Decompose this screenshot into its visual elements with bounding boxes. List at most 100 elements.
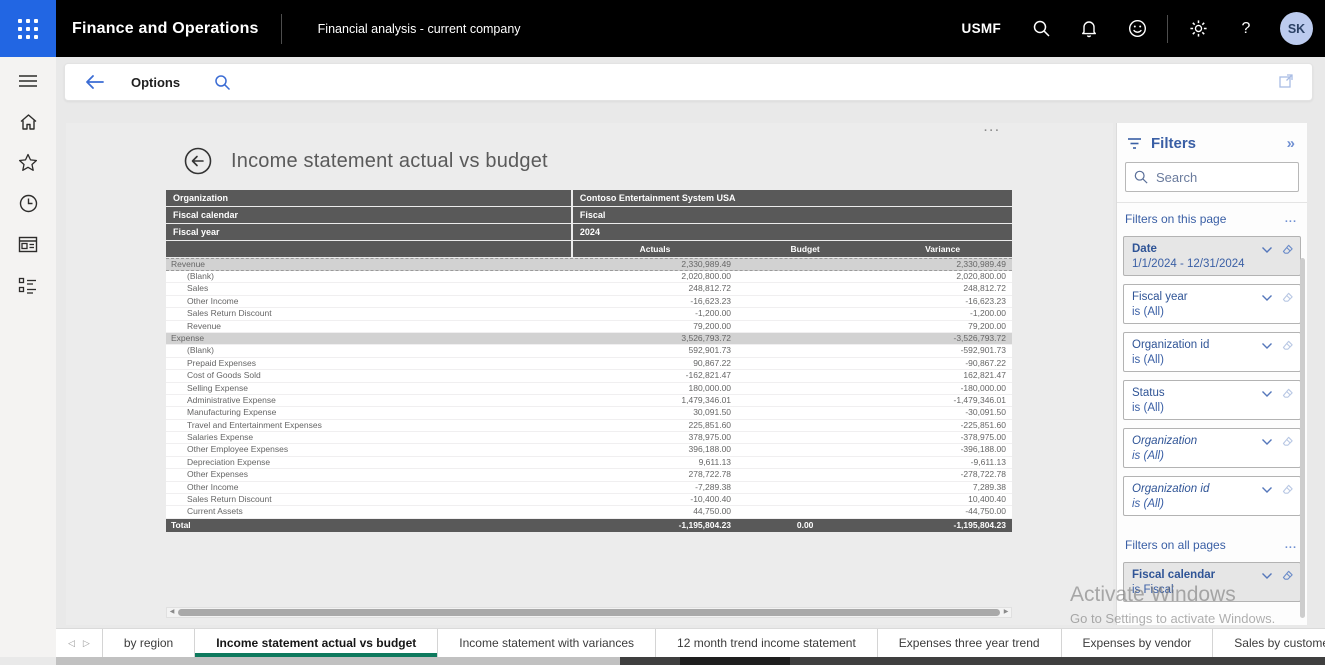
home-icon[interactable] <box>0 101 56 142</box>
matrix-row[interactable]: Revenue79,200.0079,200.00 <box>166 321 1012 333</box>
notifications-bell-icon[interactable] <box>1065 19 1113 38</box>
scroll-right-arrow-icon[interactable]: ▶ <box>1001 608 1011 617</box>
filter-card-date[interactable]: Date1/1/2024 - 12/31/2024 <box>1123 236 1301 276</box>
matrix-row[interactable]: Sales248,812.72248,812.72 <box>166 283 1012 295</box>
report-page-tab-12-month-trend-income-statement[interactable]: 12 month trend income statement <box>656 629 878 657</box>
tab-scroll-left-icon[interactable]: ◁ <box>68 638 75 649</box>
filter-search-input[interactable] <box>1156 170 1276 185</box>
favorites-star-icon[interactable] <box>0 142 56 183</box>
eraser-icon[interactable] <box>1281 387 1294 400</box>
budget-value <box>737 308 873 319</box>
matrix-row[interactable]: Other Expenses278,722.78-278,722.78 <box>166 469 1012 481</box>
row-label: Sales Return Discount <box>166 494 573 505</box>
matrix-row[interactable]: Salaries Expense378,975.00-378,975.00 <box>166 432 1012 444</box>
topbar-divider <box>281 14 282 44</box>
matrix-row[interactable]: Current Assets44,750.00-44,750.00 <box>166 506 1012 518</box>
user-avatar[interactable]: SK <box>1280 12 1313 45</box>
chevron-down-icon[interactable] <box>1261 572 1273 580</box>
scrollbar-thumb[interactable] <box>178 609 1000 616</box>
matrix-row[interactable]: Selling Expense180,000.00-180,000.00 <box>166 383 1012 395</box>
modules-list-icon[interactable] <box>0 265 56 306</box>
matrix-row[interactable]: Prepaid Expenses90,867.22-90,867.22 <box>166 358 1012 370</box>
company-picker[interactable]: USMF <box>946 21 1017 36</box>
variance-value: -3,526,793.72 <box>873 333 1012 344</box>
report-page-tab-expenses-by-vendor[interactable]: Expenses by vendor <box>1062 629 1214 657</box>
report-horizontal-scrollbar[interactable]: ◀ ▶ <box>166 607 1012 618</box>
section-more-options-ellipsis[interactable]: ... <box>1285 539 1297 551</box>
chevron-down-icon[interactable] <box>1261 294 1273 302</box>
filter-card-fiscal-year[interactable]: Fiscal yearis (All) <box>1123 284 1301 324</box>
row-label: Other Income <box>166 296 573 307</box>
back-arrow-icon[interactable] <box>85 74 105 90</box>
chevron-down-icon[interactable] <box>1261 246 1273 254</box>
matrix-row[interactable]: Depreciation Expense9,611.13-9,611.13 <box>166 457 1012 469</box>
report-back-button[interactable] <box>183 146 213 176</box>
matrix-row[interactable]: Other Income-7,289.387,289.38 <box>166 482 1012 494</box>
budget-value <box>737 494 873 505</box>
report-page-tab-sales-by-customer[interactable]: Sales by customer <box>1213 629 1325 657</box>
feedback-smiley-icon[interactable] <box>1113 19 1161 38</box>
info-label: Organization <box>166 190 573 207</box>
search-icon[interactable] <box>1017 19 1065 38</box>
window-horizontal-scrollbar[interactable] <box>56 657 1325 665</box>
filter-card-organization-id[interactable]: Organization idis (All) <box>1123 476 1301 516</box>
eraser-icon[interactable] <box>1281 435 1294 448</box>
actuals-value: 225,851.60 <box>573 420 737 431</box>
matrix-row[interactable]: (Blank)592,901.73-592,901.73 <box>166 345 1012 357</box>
actuals-value: 396,188.00 <box>573 444 737 455</box>
chevron-down-icon[interactable] <box>1261 438 1273 446</box>
report-page-tab-by-region[interactable]: by region <box>103 629 195 657</box>
matrix-row[interactable]: Administrative Expense1,479,346.01-1,479… <box>166 395 1012 407</box>
scrollbar-thumb-dark[interactable] <box>680 657 790 665</box>
options-menu[interactable]: Options <box>131 75 180 90</box>
settings-gear-icon[interactable] <box>1174 19 1222 38</box>
workspaces-icon[interactable] <box>0 224 56 265</box>
matrix-row[interactable]: Manufacturing Expense30,091.50-30,091.50 <box>166 407 1012 419</box>
filter-card-organization-id[interactable]: Organization idis (All) <box>1123 332 1301 372</box>
help-button[interactable]: ? <box>1222 20 1270 38</box>
report-page-tab-expenses-three-year-trend[interactable]: Expenses three year trend <box>878 629 1062 657</box>
chevron-down-icon[interactable] <box>1261 342 1273 350</box>
matrix-row[interactable]: Travel and Entertainment Expenses225,851… <box>166 420 1012 432</box>
matrix-row[interactable]: Sales Return Discount-1,200.00-1,200.00 <box>166 308 1012 320</box>
eraser-icon[interactable] <box>1281 569 1294 582</box>
eraser-icon[interactable] <box>1281 243 1294 256</box>
eraser-icon[interactable] <box>1281 291 1294 304</box>
matrix-group-row[interactable]: Expense3,526,793.72-3,526,793.72 <box>166 333 1012 345</box>
collapse-pane-chevron-icon[interactable]: » <box>1287 135 1297 152</box>
matrix-row[interactable]: (Blank)2,020,800.002,020,800.00 <box>166 271 1012 283</box>
matrix-row[interactable]: Sales Return Discount-10,400.4010,400.40 <box>166 494 1012 506</box>
filter-card-status[interactable]: Statusis (All) <box>1123 380 1301 420</box>
report-more-options-ellipsis[interactable]: ··· <box>984 125 1001 137</box>
report-page-tabbar: ◁ ▷ by regionIncome statement actual vs … <box>56 628 1325 657</box>
action-pane: Options <box>64 63 1313 101</box>
expand-menu-hamburger-icon[interactable] <box>0 60 56 101</box>
open-in-new-window-icon[interactable] <box>1278 73 1294 94</box>
eraser-icon[interactable] <box>1281 483 1294 496</box>
filter-pane-scrollbar[interactable] <box>1300 258 1305 618</box>
row-label: Prepaid Expenses <box>166 358 573 369</box>
recent-clock-icon[interactable] <box>0 183 56 224</box>
eraser-icon[interactable] <box>1281 339 1294 352</box>
topbar-divider <box>1167 15 1168 43</box>
app-launcher-button[interactable] <box>0 0 56 57</box>
row-label: Revenue <box>166 321 573 332</box>
action-search-icon[interactable] <box>214 74 231 91</box>
filters-this-page-label: Filters on this page <box>1125 212 1285 226</box>
report-page-tab-income-statement-with-variances[interactable]: Income statement with variances <box>438 629 656 657</box>
search-icon <box>1134 170 1148 184</box>
matrix-group-row[interactable]: Revenue2,330,989.492,330,989.49 <box>166 258 1012 271</box>
matrix-row[interactable]: Cost of Goods Sold-162,821.47162,821.47 <box>166 370 1012 382</box>
chevron-down-icon[interactable] <box>1261 486 1273 494</box>
matrix-row[interactable]: Other Income-16,623.23-16,623.23 <box>166 296 1012 308</box>
report-page-tab-income-statement-actual-vs-budget[interactable]: Income statement actual vs budget <box>195 629 438 657</box>
filter-card-fiscal-calendar[interactable]: Fiscal calendaris Fiscal <box>1123 562 1301 602</box>
matrix-info-row: Fiscal year2024 <box>166 224 1012 241</box>
filter-search-box[interactable] <box>1125 162 1299 192</box>
scroll-left-arrow-icon[interactable]: ◀ <box>167 608 177 617</box>
section-more-options-ellipsis[interactable]: ... <box>1285 213 1297 225</box>
filter-card-organization[interactable]: Organizationis (All) <box>1123 428 1301 468</box>
matrix-row[interactable]: Other Employee Expenses396,188.00-396,18… <box>166 444 1012 456</box>
chevron-down-icon[interactable] <box>1261 390 1273 398</box>
tab-scroll-right-icon[interactable]: ▷ <box>83 638 90 649</box>
